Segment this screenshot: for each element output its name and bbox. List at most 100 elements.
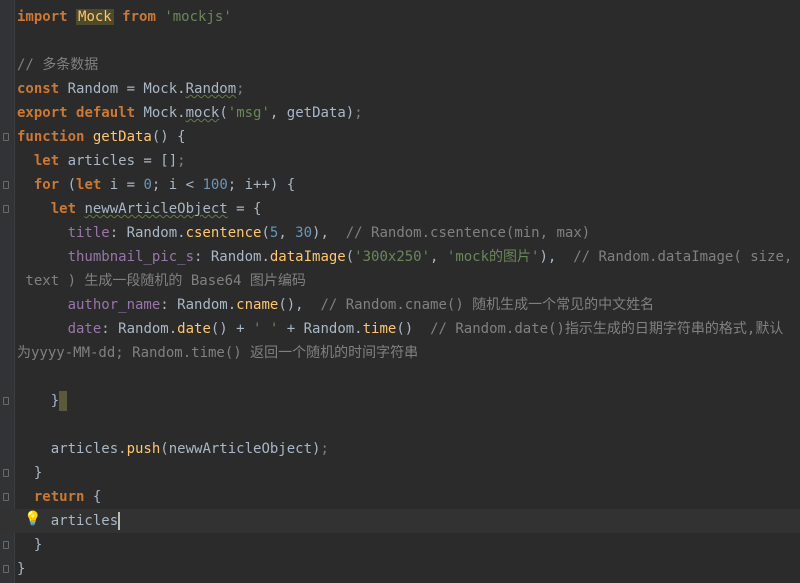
code-token: let: [17, 153, 68, 169]
fold-marker-icon[interactable]: [3, 181, 9, 189]
code-line[interactable]: let newwArticleObject = {: [17, 197, 800, 221]
code-line[interactable]: [17, 365, 800, 389]
code-line[interactable]: thumbnail_pic_s: Random.dataImage('300x2…: [17, 245, 800, 269]
code-line[interactable]: date: Random.date() + ' ' + Random.time(…: [17, 317, 800, 341]
code-token: Mock: [76, 9, 114, 25]
code-token: thumbnail_pic_s: [17, 249, 195, 265]
code-token: from: [122, 9, 156, 25]
code-token: i =: [109, 177, 144, 193]
code-token: csentence: [185, 225, 262, 241]
code-token: () +: [210, 321, 254, 337]
code-token: 30: [295, 225, 313, 241]
code-token: ,: [278, 225, 296, 241]
code-token: = {: [227, 201, 262, 217]
code-token: }: [17, 393, 60, 409]
code-line[interactable]: // 多条数据: [17, 53, 800, 77]
code-token: dataImage: [269, 249, 346, 265]
code-token: + Random.: [278, 321, 363, 337]
fold-marker-icon[interactable]: [3, 493, 9, 501]
code-token: articles.: [17, 441, 127, 457]
code-token: title: [17, 225, 110, 241]
code-line[interactable]: }: [17, 557, 800, 581]
code-token: function: [17, 129, 93, 145]
code-token: 为yyyy-MM-dd; Random.time() 返回一个随机的时间字符串: [17, 345, 419, 361]
code-line[interactable]: function getData() {: [17, 125, 800, 149]
code-token: '300x250': [354, 249, 431, 265]
code-token: getData: [92, 129, 152, 145]
code-token: 'mock的图片': [446, 249, 540, 265]
code-token: 'mockjs': [155, 9, 232, 25]
code-token: mock: [185, 105, 220, 121]
code-token: (: [67, 177, 77, 193]
text-cursor: [118, 512, 121, 530]
code-line[interactable]: [17, 29, 800, 53]
code-line[interactable]: return {: [17, 485, 800, 509]
code-line[interactable]: author_name: Random.cname(), // Random.c…: [17, 293, 800, 317]
code-line[interactable]: title: Random.csentence(5, 30), // Rando…: [17, 221, 800, 245]
code-line[interactable]: let articles = [];: [17, 149, 800, 173]
code-line[interactable]: 为yyyy-MM-dd; Random.time() 返回一个随机的时间字符串: [17, 341, 800, 365]
code-token: return: [17, 489, 93, 505]
code-token: 0: [143, 177, 152, 193]
code-line[interactable]: }: [17, 533, 800, 557]
code-token: export: [17, 105, 77, 121]
fold-marker-icon[interactable]: [3, 565, 9, 573]
code-token: : Random.: [194, 249, 270, 265]
code-token: (: [219, 105, 228, 121]
code-line[interactable]: articles.push(newwArticleObject);: [17, 437, 800, 461]
code-token: author_name: [17, 297, 161, 313]
code-token: (): [396, 321, 431, 337]
code-token: : Random.: [160, 297, 237, 313]
code-token: articles = []: [67, 153, 178, 169]
code-token: ,: [430, 249, 447, 265]
code-line[interactable]: import Mock from 'mockjs': [17, 5, 800, 29]
code-token: cname: [236, 297, 279, 313]
code-token: ;: [354, 105, 363, 121]
code-token: : Random.: [109, 225, 186, 241]
code-token: push: [126, 441, 161, 457]
code-token: // Random.csentence(min, max): [345, 225, 591, 241]
code-token: ;: [320, 441, 329, 457]
code-token: for: [17, 177, 68, 193]
code-token: }: [17, 465, 43, 481]
code-token: let: [17, 201, 85, 217]
code-token: ; i++) {: [227, 177, 296, 193]
code-token: (: [345, 249, 355, 265]
code-token: , getData): [269, 105, 355, 121]
code-token: (newwArticleObject): [160, 441, 321, 457]
fold-marker-icon[interactable]: [3, 397, 9, 405]
code-token: time: [362, 321, 397, 337]
code-line[interactable]: const Random = Mock.Random;: [17, 77, 800, 101]
code-token: ' ': [253, 321, 279, 337]
code-token: }: [17, 561, 26, 577]
code-line[interactable]: 💡 articles: [0, 509, 800, 533]
code-token: }: [17, 537, 43, 553]
fold-marker-icon[interactable]: [3, 469, 9, 477]
fold-marker-icon[interactable]: [3, 133, 9, 141]
code-line[interactable]: }: [17, 461, 800, 485]
code-editor[interactable]: import Mock from 'mockjs' // 多条数据 const Ra…: [0, 5, 800, 581]
code-line[interactable]: export default Mock.mock('msg', getData)…: [17, 101, 800, 125]
code-line[interactable]: for (let i = 0; i < 100; i++) {: [17, 173, 800, 197]
code-token: (),: [278, 297, 321, 313]
code-token: ),: [312, 225, 346, 241]
code-token: ;: [236, 81, 245, 97]
fold-marker-icon[interactable]: [3, 205, 9, 213]
code-token: default: [76, 105, 144, 121]
code-token: Random: [185, 81, 237, 97]
code-token: const: [17, 81, 68, 97]
code-line[interactable]: text ) 生成一段随机的 Base64 图片编码: [17, 269, 800, 293]
code-line[interactable]: }: [17, 389, 800, 413]
code-token: Mock.: [143, 105, 186, 121]
code-token: () {: [151, 129, 186, 145]
code-token: date: [177, 321, 211, 337]
code-line[interactable]: [17, 413, 800, 437]
lightbulb-icon[interactable]: 💡: [24, 507, 41, 531]
editor-gutter: [0, 0, 15, 583]
fold-marker-icon[interactable]: [3, 541, 9, 549]
code-token: // Random.cname() 随机生成一个常见的中文姓名: [320, 297, 655, 313]
code-token: ; i <: [151, 177, 203, 193]
block-cursor: [59, 391, 68, 411]
code-token: text ) 生成一段随机的 Base64 图片编码: [17, 273, 306, 289]
